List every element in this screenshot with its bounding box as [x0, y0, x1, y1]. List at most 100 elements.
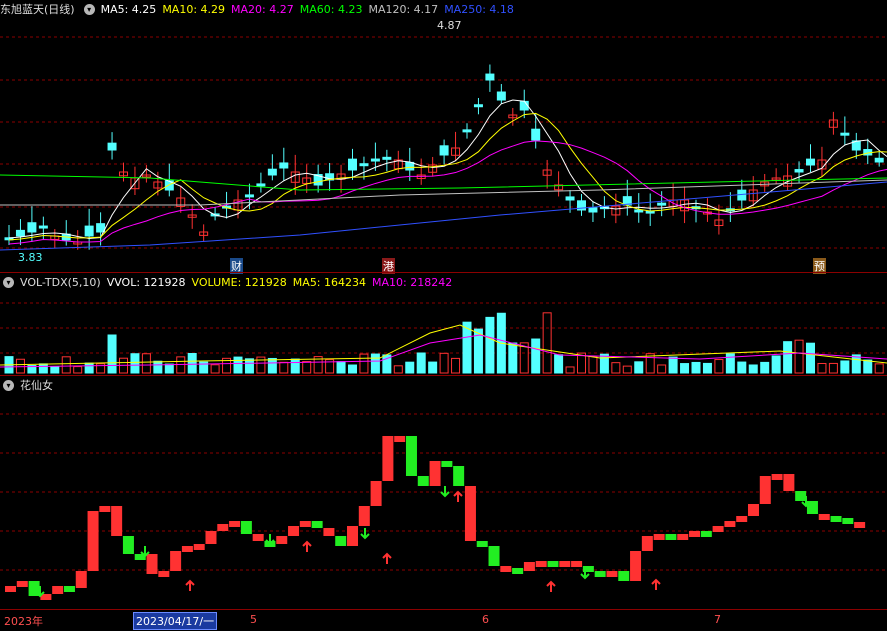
- vol-ma10-label: MA10: 218242: [372, 275, 453, 289]
- volume-bar: [164, 363, 174, 374]
- candle-body: [96, 223, 106, 233]
- candle-body: [27, 222, 37, 233]
- axis-cursor-date: 2023/04/17/一: [133, 612, 218, 630]
- candle-body: [382, 156, 392, 160]
- ma60-label: MA60: 4.23: [299, 2, 363, 16]
- indicator-block: [158, 571, 170, 577]
- indicator-block: [488, 546, 500, 566]
- indicator-block: [795, 491, 807, 501]
- candle-body: [84, 225, 94, 237]
- candle-body: [496, 91, 506, 101]
- volume-bar: [783, 341, 793, 374]
- volume-bar: [370, 353, 380, 374]
- indicator-block: [193, 544, 205, 550]
- volume-bar: [233, 356, 243, 374]
- indicator-chart: [0, 413, 887, 600]
- axis-month-7: 7: [714, 613, 721, 626]
- candle-body: [38, 225, 48, 229]
- indicator-block: [594, 571, 606, 577]
- candle-body: [531, 128, 541, 141]
- volume-bar: [863, 359, 873, 374]
- ma5-label: MA5: 4.25: [100, 2, 157, 16]
- indicator-block: [854, 522, 866, 528]
- indicator-header: ▾ 花仙女: [0, 376, 59, 394]
- indicator-settings-icon[interactable]: ▾: [3, 379, 14, 391]
- volume-bar: [634, 361, 644, 374]
- indicator-block: [712, 526, 724, 532]
- indicator-block: [122, 536, 134, 554]
- price-panel[interactable]: 东旭蓝天(日线) ▾ MA5: 4.25 MA10: 4.29 MA20: 4.…: [0, 0, 887, 274]
- sell-arrow-icon: [360, 528, 370, 540]
- indicator-block: [429, 461, 441, 486]
- indicator-block: [299, 521, 311, 527]
- indicator-block: [170, 551, 182, 571]
- volume-bar: [141, 353, 151, 374]
- volume-panel[interactable]: ▾ VOL-TDX(5,10) VVOL: 121928 VOLUME: 121…: [0, 273, 887, 375]
- ma5-line: [8, 99, 887, 240]
- volume-bar: [359, 353, 369, 374]
- indicator-block: [653, 534, 665, 540]
- volume-bar: [840, 360, 850, 374]
- volume-bar: [794, 339, 804, 374]
- buy-arrow-icon: [453, 490, 463, 502]
- stock-name: 东旭蓝天(日线): [0, 3, 75, 16]
- indicator-block: [394, 436, 406, 442]
- volume-settings-icon[interactable]: ▾: [3, 276, 14, 288]
- buy-arrow-icon: [651, 578, 661, 590]
- volume-bar: [348, 364, 357, 374]
- indicator-block: [818, 514, 830, 520]
- indicator-block: [500, 566, 512, 572]
- indicator-block: [453, 466, 465, 486]
- indicator-block: [87, 511, 99, 571]
- volume-bar: [15, 358, 25, 374]
- volume-title: VOL-TDX(5,10): [20, 275, 101, 289]
- settings-dropdown-icon[interactable]: ▾: [83, 3, 95, 15]
- volume-bar: [691, 361, 701, 374]
- volume-bar: [828, 362, 838, 374]
- indicator-block: [146, 554, 158, 574]
- candle-body: [15, 229, 25, 237]
- sell-arrow-icon: [265, 534, 275, 546]
- ma250-line: [0, 181, 887, 251]
- indicator-block: [382, 436, 394, 481]
- volume-bar: [737, 361, 747, 374]
- ma10-line: [8, 112, 887, 241]
- indicator-block: [559, 561, 571, 567]
- ma120-label: MA120: 4.17: [368, 2, 439, 16]
- volume-bar: [599, 353, 609, 374]
- volume-bar: [61, 356, 71, 374]
- vvol-label: VVOL: 121928: [106, 275, 186, 289]
- candle-body: [794, 169, 804, 173]
- volume-bar: [279, 361, 289, 374]
- indicator-block: [229, 521, 241, 527]
- indicator-title: 花仙女: [20, 379, 53, 392]
- low-price-label: 3.83: [18, 251, 43, 264]
- volume-bar: [451, 357, 461, 374]
- price-header: 东旭蓝天(日线) ▾ MA5: 4.25 MA10: 4.29 MA20: 4.…: [0, 0, 520, 18]
- indicator-block: [370, 481, 382, 506]
- volume-bar: [554, 354, 564, 374]
- indicator-panel[interactable]: ▾ 花仙女: [0, 376, 887, 609]
- time-axis: 2023年 2023/04/17/一 5 6 7: [0, 609, 887, 631]
- volume-bar: [130, 353, 140, 374]
- volume-bar: [73, 366, 83, 374]
- volume-bar: [187, 352, 197, 374]
- candle-body: [439, 145, 449, 156]
- volume-bar: [680, 363, 690, 374]
- indicator-block: [181, 546, 193, 552]
- indicator-block: [571, 561, 583, 567]
- indicator-block: [311, 521, 323, 528]
- volume-bar: [428, 361, 438, 374]
- volume-bar: [153, 360, 163, 374]
- volume-bar: [290, 358, 300, 374]
- indicator-block: [759, 476, 771, 504]
- high-price-label: 4.87: [437, 19, 462, 32]
- candle-body: [267, 168, 277, 176]
- candle-body: [634, 209, 644, 213]
- volume-bar: [748, 364, 758, 374]
- sell-arrow-icon: [440, 486, 450, 498]
- indicator-block: [547, 561, 559, 567]
- indicator-block: [512, 568, 524, 574]
- indicator-block: [240, 521, 252, 534]
- axis-month-5: 5: [250, 613, 257, 626]
